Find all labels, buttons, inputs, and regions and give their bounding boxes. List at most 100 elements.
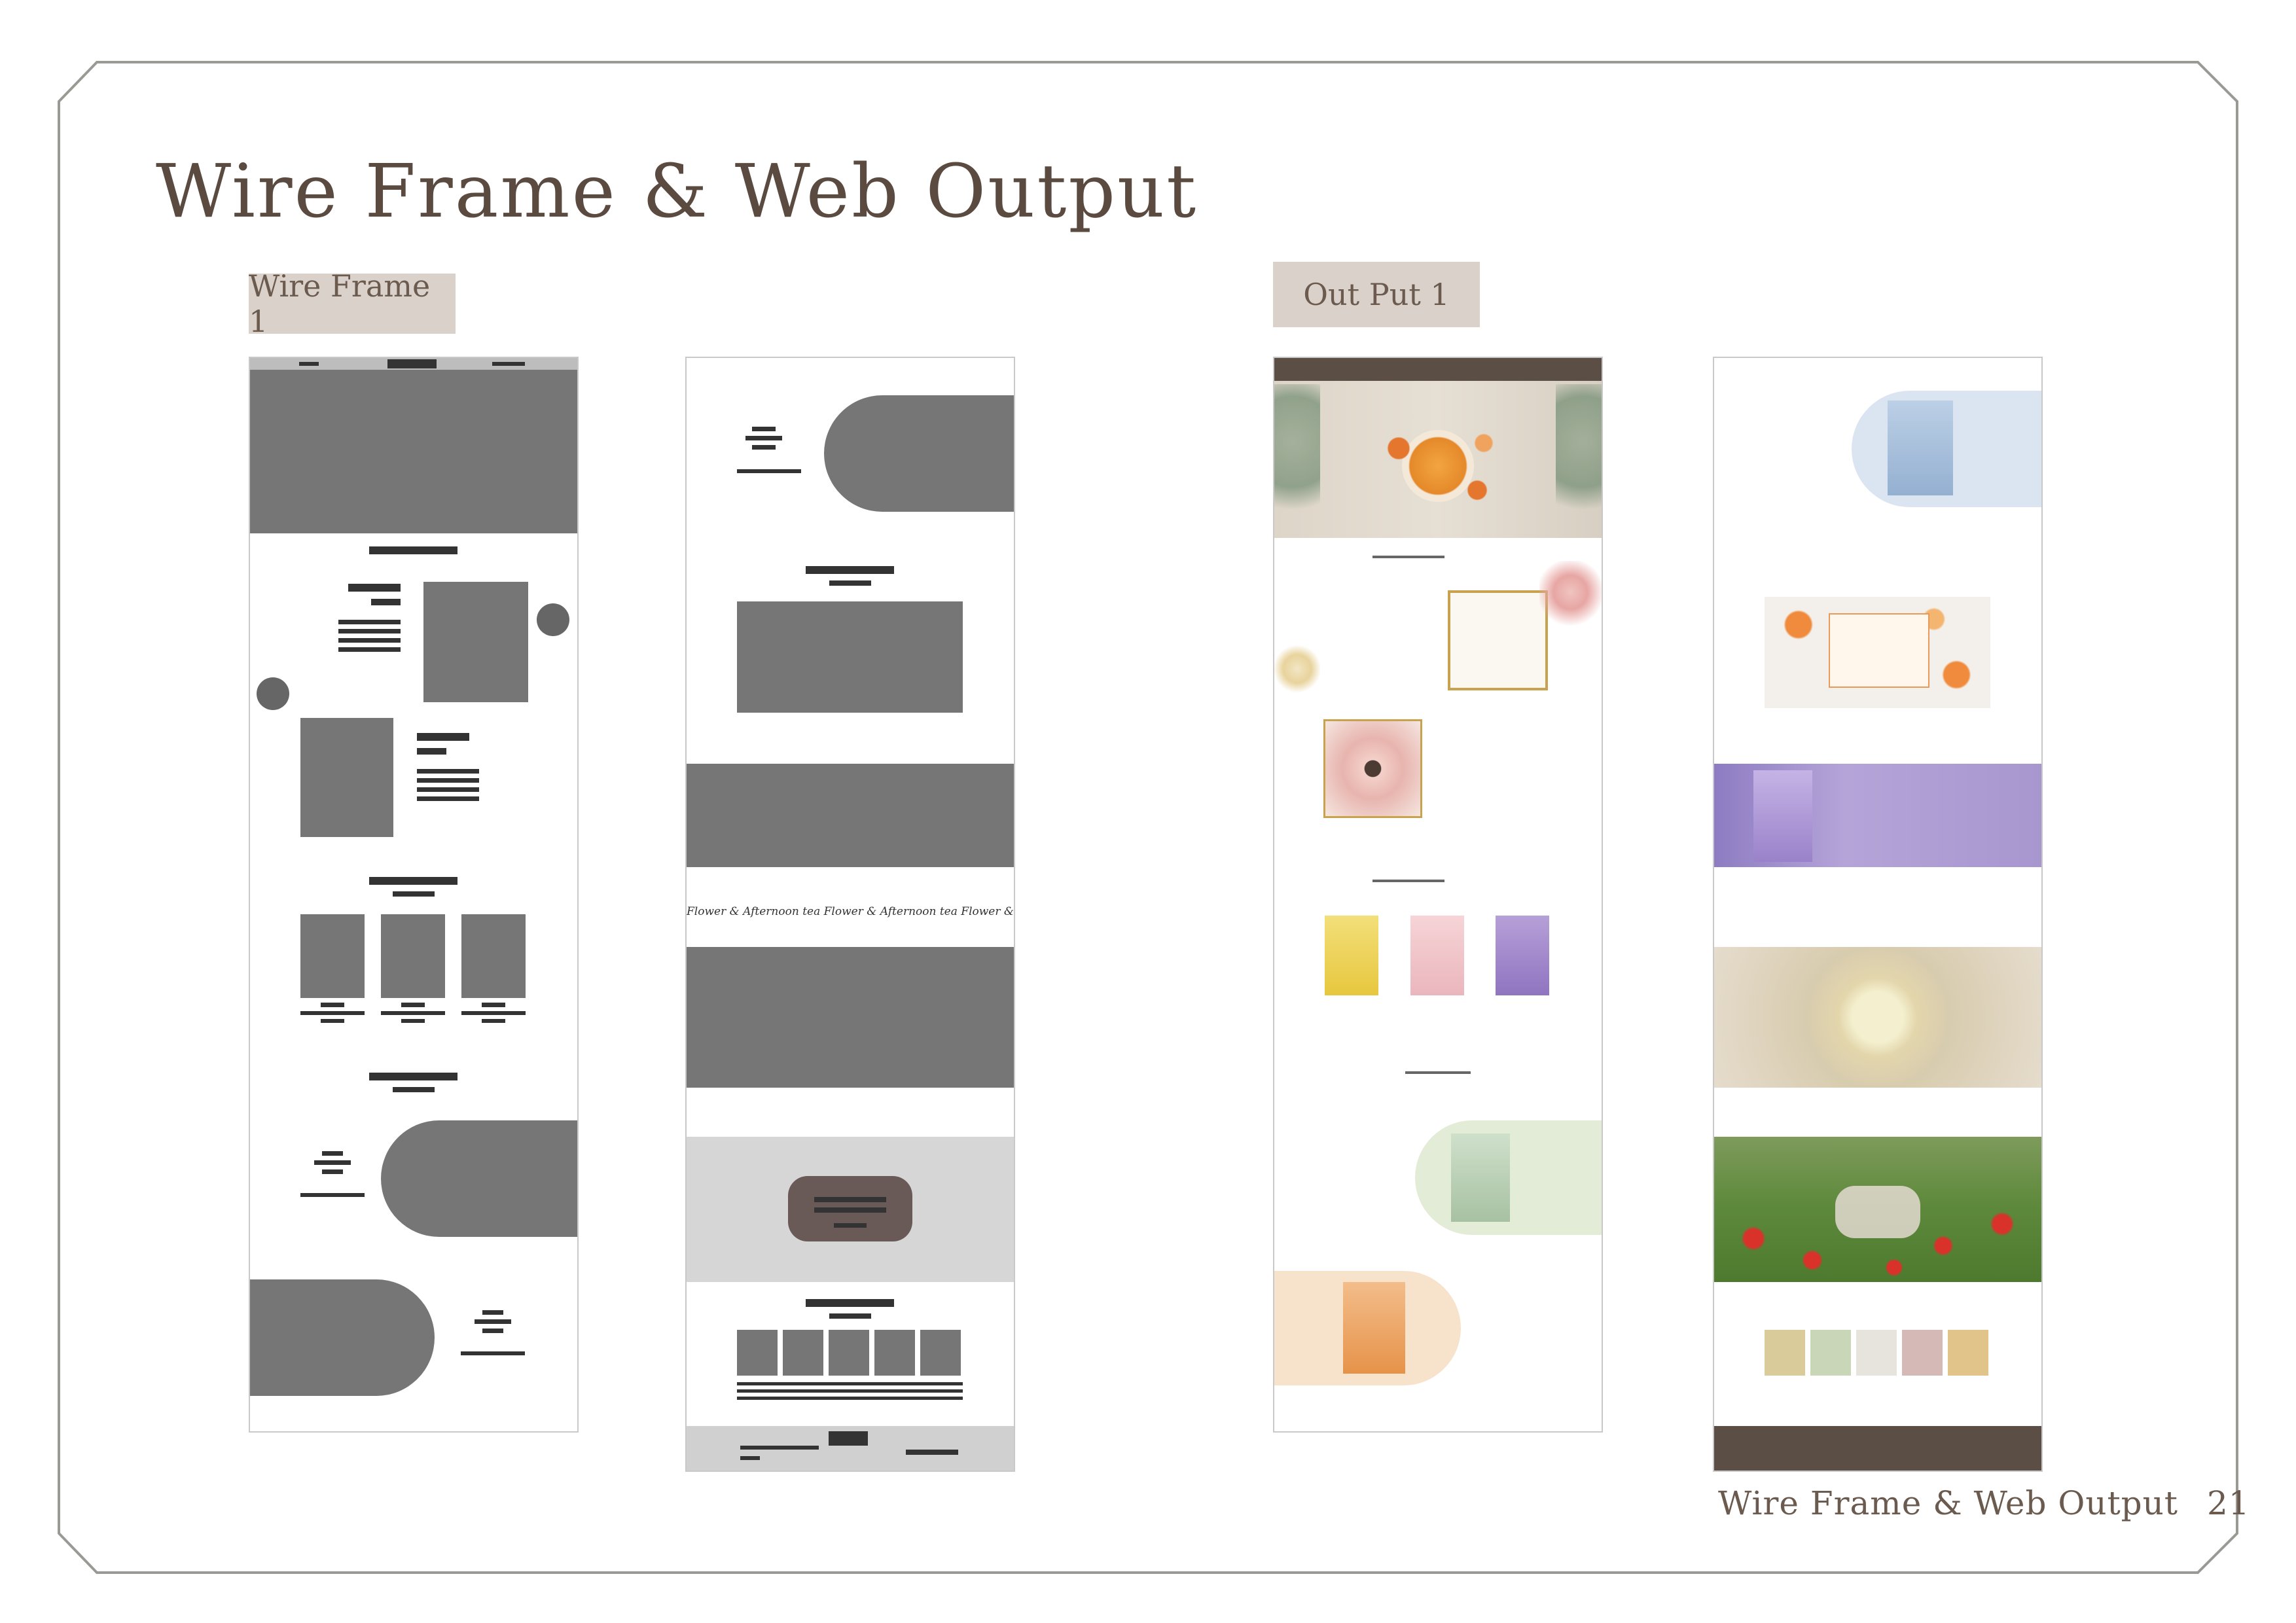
wire-heading — [369, 546, 457, 554]
site-footer — [1714, 1426, 2041, 1471]
wire-gallery-item — [829, 1330, 869, 1376]
page-number: 21 — [2206, 1484, 2250, 1522]
wire-text-line — [314, 1160, 351, 1165]
review-photo — [1856, 1330, 1897, 1376]
wire-gallery-item — [874, 1330, 915, 1376]
wire-text-line — [371, 599, 401, 605]
wire-text-line — [348, 584, 401, 592]
wire-text-line — [461, 1351, 525, 1355]
wire-text-line — [417, 787, 479, 792]
product-pack-pink — [1410, 916, 1464, 995]
wire-heading — [369, 1073, 457, 1080]
wire-product-card — [381, 914, 445, 998]
wire-text-line — [321, 1003, 344, 1007]
hero-foliage-image — [1274, 384, 1320, 528]
wire-text-line — [322, 1151, 343, 1156]
wire-footer-text — [740, 1446, 819, 1450]
wire-image-block — [423, 582, 528, 702]
wire-wide-banner — [687, 764, 1014, 867]
wire-text-line — [482, 1310, 503, 1315]
wire-text-line — [482, 1019, 505, 1023]
wire-heading — [806, 566, 894, 574]
wire-text-line — [752, 445, 776, 450]
wire-text-line — [834, 1223, 867, 1228]
wire-footer-text — [906, 1450, 958, 1455]
brand-story-flower-image — [1274, 636, 1320, 702]
wire-text-line — [417, 733, 469, 741]
wire-text-line — [737, 469, 801, 473]
wireframe-section-tag: Wire Frame 1 — [249, 268, 456, 339]
product-pack-yellow — [1325, 916, 1378, 995]
wire-nav-logo — [387, 359, 437, 368]
wire-rounded-banner — [824, 395, 1014, 512]
wire-text-line — [401, 1019, 425, 1023]
wire-product-card — [300, 914, 365, 998]
wire-text-line — [417, 796, 479, 801]
wire-text-line — [401, 1003, 425, 1007]
site-nav-bar — [1274, 358, 1602, 381]
wire-text-line — [300, 1193, 365, 1197]
featured-product-peach — [1343, 1282, 1405, 1374]
page-footer: Wire Frame & Web Output 21 — [1718, 1484, 2250, 1522]
hero-flowers-image — [1372, 417, 1503, 522]
wire-text-line — [321, 1019, 344, 1023]
output-panel-secondary — [1713, 357, 2043, 1472]
wire-nav-item — [492, 362, 525, 366]
wire-text-line — [475, 1319, 511, 1324]
wire-text-line — [417, 748, 446, 755]
wire-text-line — [814, 1207, 886, 1213]
wire-nav-item — [299, 362, 319, 366]
wireframe-panel-secondary: Flower & Afternoon tea Flower & Afternoo… — [685, 357, 1015, 1472]
wire-text-line — [829, 1313, 871, 1319]
wire-text-line — [322, 1169, 343, 1174]
tea-cup-banner — [1714, 947, 2041, 1088]
brand-story-flower-image — [1539, 561, 1602, 639]
wire-gallery-item — [920, 1330, 961, 1376]
wire-text-line — [737, 1397, 963, 1400]
wire-text-line — [829, 580, 871, 586]
wire-text-line — [482, 1329, 503, 1333]
brand-story-logo-image — [1448, 590, 1548, 690]
wire-footer-text — [740, 1456, 760, 1460]
wire-wide-banner — [687, 947, 1014, 1088]
site-text-line — [1405, 1071, 1471, 1074]
wire-scrolling-ticker: Flower & Afternoon tea Flower & Afternoo… — [687, 905, 1014, 918]
wire-heading — [369, 877, 457, 885]
output-panel-main — [1273, 357, 1603, 1433]
wire-badge-circle — [257, 677, 289, 710]
review-photo — [1765, 1330, 1805, 1376]
review-photo — [1948, 1330, 1988, 1376]
wire-text-line — [737, 1389, 963, 1393]
wire-text-line — [338, 620, 401, 624]
output-section-tag: Out Put 1 — [1273, 262, 1480, 327]
page-title: Wire Frame & Web Output — [156, 149, 1198, 234]
wire-text-line — [417, 769, 479, 774]
wire-text-line — [737, 1382, 963, 1385]
brand-story-rose-image — [1323, 719, 1422, 818]
wire-text-line — [745, 436, 782, 440]
wire-text-line — [482, 1003, 505, 1007]
hero-foliage-image — [1556, 384, 1602, 528]
featured-product-blue — [1888, 401, 1953, 495]
product-pack-purple — [1496, 916, 1549, 995]
wire-rounded-banner — [381, 1120, 577, 1237]
review-photo — [1902, 1330, 1943, 1376]
wire-rounded-banner — [250, 1279, 435, 1396]
wire-product-card — [461, 914, 526, 998]
poppy-banner-badge — [1835, 1186, 1920, 1238]
featured-product-green — [1451, 1133, 1510, 1222]
wire-image-block — [300, 718, 393, 837]
wire-gallery-item — [783, 1330, 823, 1376]
wire-text-line — [393, 1087, 435, 1092]
site-text-line — [1372, 556, 1444, 558]
wire-gallery-item — [737, 1330, 778, 1376]
wireframe-panel-main — [249, 357, 579, 1433]
review-photo — [1810, 1330, 1851, 1376]
site-text-line — [1372, 880, 1444, 882]
wire-image-block — [737, 601, 963, 713]
wire-heading — [806, 1299, 894, 1307]
lavender-product-pack — [1753, 770, 1812, 862]
wire-text-line — [393, 891, 435, 897]
wire-text-line — [338, 647, 401, 652]
wire-hero-banner — [250, 370, 577, 533]
